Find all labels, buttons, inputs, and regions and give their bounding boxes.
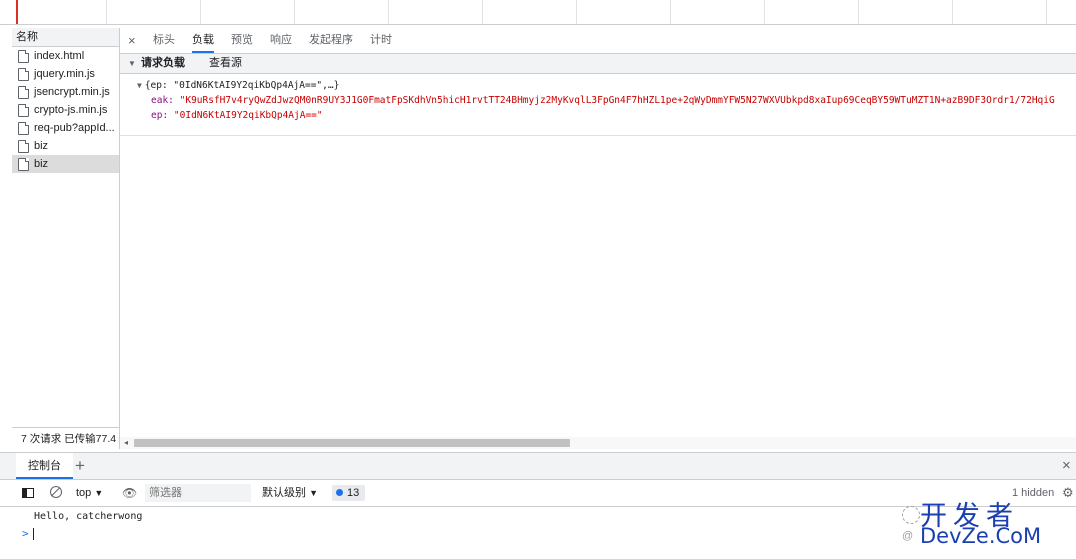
close-drawer-icon[interactable]: × [1062, 453, 1071, 479]
file-icon [18, 104, 29, 117]
clear-console-icon[interactable] [50, 486, 62, 498]
timeline-gridline [952, 0, 953, 24]
gear-icon[interactable]: ⚙ [1062, 480, 1074, 506]
timeline-gridline [482, 0, 483, 24]
file-icon [18, 158, 29, 171]
payload-summary: {ep: "0IdN6KtAI9Y2qiKbQp4AjA==",…} [144, 80, 340, 91]
property-key: ep: [151, 110, 169, 121]
request-row[interactable]: crypto-js.min.js [12, 101, 119, 119]
dropdown-arrow-icon: ▼ [94, 488, 104, 498]
context-label: top [76, 487, 92, 499]
console-message: Hello, catcherwong [34, 511, 143, 522]
timeline-gridline [106, 0, 107, 24]
timeline-gridline [858, 0, 859, 24]
request-list: 名称 index.html jquery.min.js jsencrypt.mi… [12, 28, 120, 449]
timeline-gridline [670, 0, 671, 24]
issue-dot-icon [336, 489, 343, 496]
request-row-selected[interactable]: biz [12, 155, 119, 173]
detail-tabs: × 标头 负载 预览 响应 发起程序 计时 [120, 28, 1076, 54]
console-prompt-icon: > [22, 527, 29, 540]
timeline-marker [16, 0, 18, 24]
drawer-tabbar: 控制台 + × [0, 452, 1076, 480]
console-toolbar: top ▼ 👁 默认级别 ▼ 13 1 hidden ⚙ [0, 480, 1076, 507]
timeline-gridline [294, 0, 295, 24]
payload-property[interactable]: ep: "0IdN6KtAI9Y2qiKbQp4AjA==" [120, 108, 1076, 123]
file-icon [18, 140, 29, 153]
tab-response[interactable]: 响应 [270, 28, 292, 53]
sidebar-toggle-icon[interactable] [22, 488, 34, 498]
name-column-header[interactable]: 名称 [12, 28, 119, 47]
request-payload-header[interactable]: ▼ 请求负载 查看源 [120, 54, 1076, 74]
request-row[interactable]: biz [12, 137, 119, 155]
log-level-label: 默认级别 [262, 487, 306, 499]
context-selector[interactable]: top ▼ [76, 480, 103, 506]
tab-preview[interactable]: 预览 [231, 28, 253, 53]
tab-console[interactable]: 控制台 [16, 453, 73, 479]
payload-tree: ▼ {ep: "0IdN6KtAI9Y2qiKbQp4AjA==",…} eak:… [120, 74, 1076, 136]
request-detail-panel: × 标头 负载 预览 响应 发起程序 计时 ▼ 请求负载 查看源 ▼ {ep: "… [120, 28, 1076, 449]
timeline-overview[interactable] [0, 0, 1076, 25]
add-tab-icon[interactable]: + [75, 453, 85, 479]
file-icon [18, 86, 29, 99]
request-name: crypto-js.min.js [34, 104, 108, 116]
request-name: jquery.min.js [34, 68, 95, 80]
console-filter-input[interactable] [145, 484, 251, 502]
console-output: Hello, catcherwong > [0, 507, 1076, 559]
tab-initiator[interactable]: 发起程序 [309, 28, 353, 53]
request-name: biz [34, 158, 49, 170]
request-row[interactable]: jsencrypt.min.js [12, 83, 119, 101]
scroll-left-icon[interactable]: ◂ [124, 437, 128, 449]
request-name: jsencrypt.min.js [34, 86, 110, 98]
issues-counter[interactable]: 13 [332, 485, 366, 501]
hidden-messages-count: 1 hidden [1012, 487, 1055, 499]
issues-count: 13 [347, 487, 360, 499]
view-source-link[interactable]: 查看源 [209, 54, 242, 73]
timeline-gridline [576, 0, 577, 24]
eye-icon[interactable]: 👁 [122, 480, 137, 506]
log-level-dropdown[interactable]: 默认级别 ▼ [262, 480, 318, 506]
file-icon [18, 122, 29, 135]
payload-property[interactable]: eak: "K9uRsfH7v4ryQwZdJwzQM0nR9UY3J1G0Fm… [120, 93, 1076, 108]
file-icon [18, 68, 29, 81]
console-input-caret[interactable] [33, 528, 34, 540]
request-name: index.html [34, 50, 85, 62]
request-row[interactable]: jquery.min.js [12, 65, 119, 83]
request-name: biz [34, 140, 49, 152]
request-name: req-pub?appId... [34, 122, 115, 134]
network-summary: 7 次请求 已传输77.4 [12, 427, 119, 449]
file-icon [18, 50, 29, 63]
close-icon[interactable]: × [128, 28, 136, 53]
section-title: 请求负载 [141, 57, 185, 69]
horizontal-scrollbar[interactable]: ◂ [120, 437, 1076, 449]
timeline-gridline [200, 0, 201, 24]
request-row[interactable]: req-pub?appId... [12, 119, 119, 137]
tab-headers[interactable]: 标头 [153, 28, 175, 53]
property-key: eak: [151, 95, 174, 106]
tab-payload[interactable]: 负载 [192, 28, 214, 53]
property-value: "0IdN6KtAI9Y2qiKbQp4AjA==" [173, 110, 323, 121]
timeline-gridline [388, 0, 389, 24]
triangle-down-icon[interactable]: ▼ [128, 54, 136, 73]
payload-root[interactable]: ▼ {ep: "0IdN6KtAI9Y2qiKbQp4AjA==",…} [120, 78, 1076, 93]
property-value: "K9uRsfH7v4ryQwZdJwzQM0nR9UY3J1G0FmatFpS… [179, 95, 1055, 106]
timeline-gridline [1046, 0, 1047, 24]
dropdown-arrow-icon: ▼ [309, 488, 318, 498]
scrollbar-thumb[interactable] [134, 439, 570, 447]
tab-timing[interactable]: 计时 [370, 28, 392, 53]
triangle-down-icon[interactable]: ▼ [137, 81, 142, 90]
timeline-gridline [764, 0, 765, 24]
request-row[interactable]: index.html [12, 47, 119, 65]
